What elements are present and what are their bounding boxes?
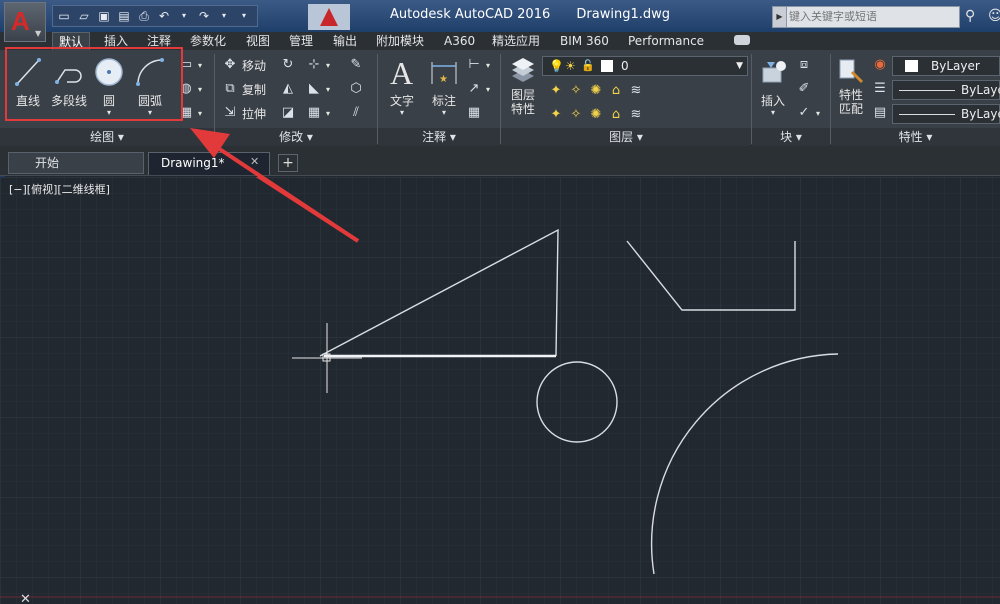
- ucs-icon: ✕: [20, 592, 31, 604]
- viewport-controls[interactable]: [−][俯视][二维线框]: [9, 181, 110, 197]
- chevron-down-icon: ▼: [35, 29, 42, 38]
- application-menu-button[interactable]: A ▼: [4, 2, 46, 42]
- annotation-arrow-overlay: [190, 128, 360, 243]
- annotation-arrow-shaft: [216, 146, 360, 243]
- autocad-window: ▭ ▱ ▣ ▤ ⎙ ↶ ▾ ↷ ▾ ▾ Autodesk AutoCAD 201…: [0, 0, 1000, 604]
- autocad-logo-icon: A: [11, 6, 30, 36]
